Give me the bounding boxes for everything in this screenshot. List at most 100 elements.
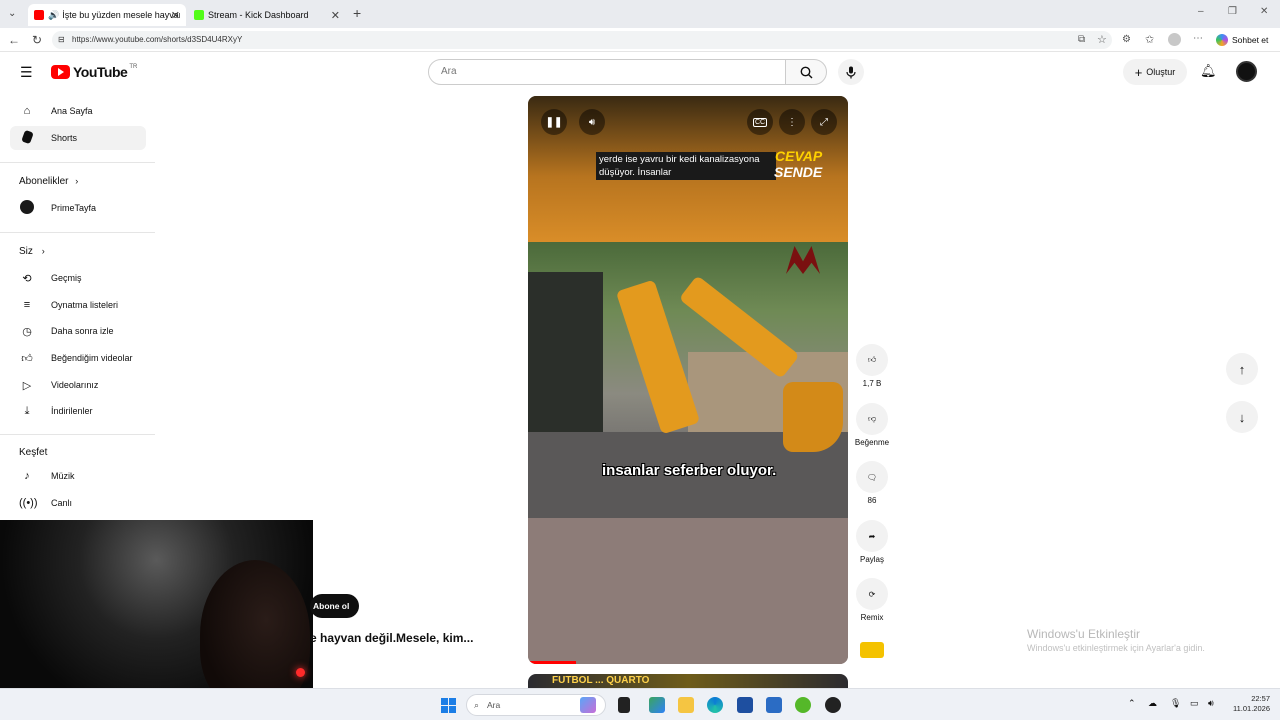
profile-avatar-icon[interactable] — [1168, 33, 1181, 46]
more-options-icon[interactable]: ⋯ — [1193, 33, 1203, 44]
store-icon[interactable] — [737, 697, 753, 713]
tab-kick[interactable]: Stream - Kick Dashboard ✕ — [188, 4, 346, 26]
clock[interactable]: 22:57 11.01.2026 — [1226, 694, 1270, 714]
search-input[interactable]: Ara — [428, 59, 786, 85]
minimize-icon[interactable]: – — [1198, 6, 1204, 17]
create-button[interactable]: + Oluştur — [1123, 59, 1187, 85]
share-button[interactable]: ➦ Paylaş — [852, 520, 892, 564]
tab-youtube[interactable]: 🔊 İşte bu yüzden mesele hayvan ✕ — [28, 4, 186, 26]
display-icon[interactable]: ▭ — [1190, 698, 1199, 709]
voice-search-button[interactable] — [838, 59, 864, 85]
sidebar-item-label: Oynatma listeleri — [51, 300, 119, 310]
favorite-star-icon[interactable]: ☆ — [1097, 33, 1107, 46]
thumbs-up-icon: 👍︎ — [21, 352, 33, 365]
explore-heading: Keşfet — [19, 447, 47, 458]
comments-button[interactable]: 🗨︎ 86 — [852, 461, 892, 505]
next-short-button[interactable]: ↓ — [1226, 401, 1258, 433]
tab-list-chevron-icon[interactable]: ⌄ — [8, 8, 16, 19]
account-avatar[interactable] — [1236, 61, 1257, 82]
microphone-icon[interactable]: 🎙︎ — [1170, 698, 1181, 709]
sidebar-item-label: Ana Sayfa — [51, 106, 93, 116]
cloud-icon[interactable]: ☁ — [1148, 698, 1157, 709]
progress-bar[interactable] — [528, 661, 576, 664]
more-options-button[interactable]: ⋮ — [779, 109, 805, 135]
app-icon[interactable] — [649, 697, 665, 713]
extensions-icon[interactable]: ⚙ — [1122, 34, 1131, 45]
youtube-logo[interactable]: YouTube TR — [51, 64, 137, 80]
refresh-icon[interactable]: ↻ — [32, 33, 42, 47]
url-text: https://www.youtube.com/shorts/d3SD4U4RX… — [72, 35, 243, 44]
playlist-icon: ≡ — [23, 299, 31, 311]
search-icon: ⌕ — [474, 700, 480, 710]
sidebar-item-live[interactable]: ((•)) Canlı — [10, 491, 146, 515]
tab-label: İşte bu yüzden mesele hayvan — [62, 10, 180, 20]
download-icon: ⤓ — [24, 404, 30, 417]
close-icon[interactable]: ✕ — [171, 9, 180, 22]
sidebar-item-history[interactable]: ⟲ Geçmiş — [10, 266, 146, 290]
sidebar-item-label: Geçmiş — [51, 273, 82, 283]
app-icon[interactable] — [825, 697, 841, 713]
create-label: Oluştur — [1146, 67, 1176, 77]
close-icon[interactable]: ✕ — [331, 9, 340, 22]
clock-date: 11.01.2026 — [1233, 704, 1270, 713]
previous-short-button[interactable]: ↑ — [1226, 353, 1258, 385]
sidebar-item-label: Canlı — [51, 498, 73, 508]
short-title[interactable]: e hayvan değil.Mesele, kim... — [310, 631, 473, 645]
edge-browser-icon[interactable] — [707, 697, 723, 713]
sidebar-item-label: Shorts — [51, 133, 78, 143]
channel-watermark-logo — [786, 246, 820, 274]
pause-button[interactable]: ❚❚ — [541, 109, 567, 135]
new-tab-icon[interactable]: + — [353, 5, 361, 21]
more-vertical-icon: ⋮ — [787, 116, 797, 128]
search-button[interactable] — [785, 59, 827, 85]
task-view-icon[interactable] — [618, 697, 630, 713]
history-icon: ⟲ — [22, 272, 32, 285]
next-video-preview[interactable]: FUTBOL ... QUARTO — [528, 674, 848, 688]
captions-button[interactable]: CC — [747, 109, 773, 135]
music-icon: ♪ — [24, 470, 30, 482]
like-button[interactable]: 👍︎ 1,7 B — [852, 344, 892, 388]
sidebar-item-music[interactable]: ♪ Müzik — [10, 464, 146, 488]
menu-icon[interactable]: ☰ — [20, 64, 33, 81]
sidebar-item-liked-videos[interactable]: 👍︎ Beğendiğim videolar — [10, 346, 146, 370]
channel-thumbnail[interactable] — [860, 642, 884, 658]
speaker-icon: 🔊 — [47, 9, 60, 20]
maximize-icon[interactable]: ❐ — [1228, 6, 1237, 17]
subscribe-button[interactable]: Abone ol — [310, 594, 360, 618]
sidebar-item-label: Beğendiğim videolar — [51, 353, 133, 363]
sidebar-item-downloads[interactable]: ⤓ İndirilenler — [10, 399, 146, 423]
url-field[interactable]: ⊟ https://www.youtube.com/shorts/d3SD4U4… — [52, 31, 1112, 49]
chevron-up-icon[interactable]: ⌃ — [1128, 698, 1136, 709]
volume-button[interactable]: 🔊︎ — [579, 109, 605, 135]
volume-icon[interactable]: 🔊︎ — [1208, 698, 1214, 709]
start-button[interactable] — [441, 698, 456, 713]
clock-icon: ◷ — [22, 325, 32, 338]
back-icon[interactable]: ← — [8, 33, 20, 47]
heading-label: Siz — [19, 246, 33, 257]
favorites-icon[interactable]: ✩ — [1145, 33, 1154, 46]
close-window-icon[interactable]: ✕ — [1260, 6, 1268, 17]
sidebar-item-shorts[interactable]: Shorts — [10, 126, 146, 150]
site-info-icon[interactable]: ⊟ — [58, 31, 65, 49]
sidebar-item-home[interactable]: ⌂ Ana Sayfa — [10, 99, 146, 123]
video-bottom-band — [528, 518, 848, 664]
file-explorer-icon[interactable] — [678, 697, 694, 713]
shorts-video-player[interactable]: ❚❚ 🔊︎ CC ⋮ ⤢ yerde ise yavru bir kedi ka… — [528, 96, 848, 664]
sidebar-item-playlists[interactable]: ≡ Oynatma listeleri — [10, 293, 146, 317]
copilot-chat-button[interactable]: Sohbet et — [1216, 31, 1268, 49]
sidebar-item-your-videos[interactable]: ▷ Videolarınız — [10, 373, 146, 397]
sidebar-item-watch-later[interactable]: ◷ Daha sonra izle — [10, 319, 146, 343]
remix-button[interactable]: ⟳ Remix — [852, 578, 892, 622]
fullscreen-button[interactable]: ⤢ — [811, 109, 837, 135]
widgets-icon[interactable] — [580, 697, 596, 713]
subscriptions-heading[interactable]: Abonelikler › — [19, 176, 78, 187]
notifications-bell-icon[interactable]: 🔔︎ — [1200, 63, 1217, 79]
sidebar-item-primetayfa[interactable]: PrimeTayfa — [10, 196, 146, 220]
you-heading[interactable]: Siz › — [19, 246, 45, 257]
home-icon: ⌂ — [23, 105, 31, 117]
tractor — [528, 272, 603, 432]
app-available-icon[interactable]: ⧉ — [1078, 34, 1085, 45]
app-icon[interactable] — [795, 697, 811, 713]
dislike-button[interactable]: 👎︎ Beğenme — [852, 403, 892, 447]
app-icon[interactable] — [766, 697, 782, 713]
